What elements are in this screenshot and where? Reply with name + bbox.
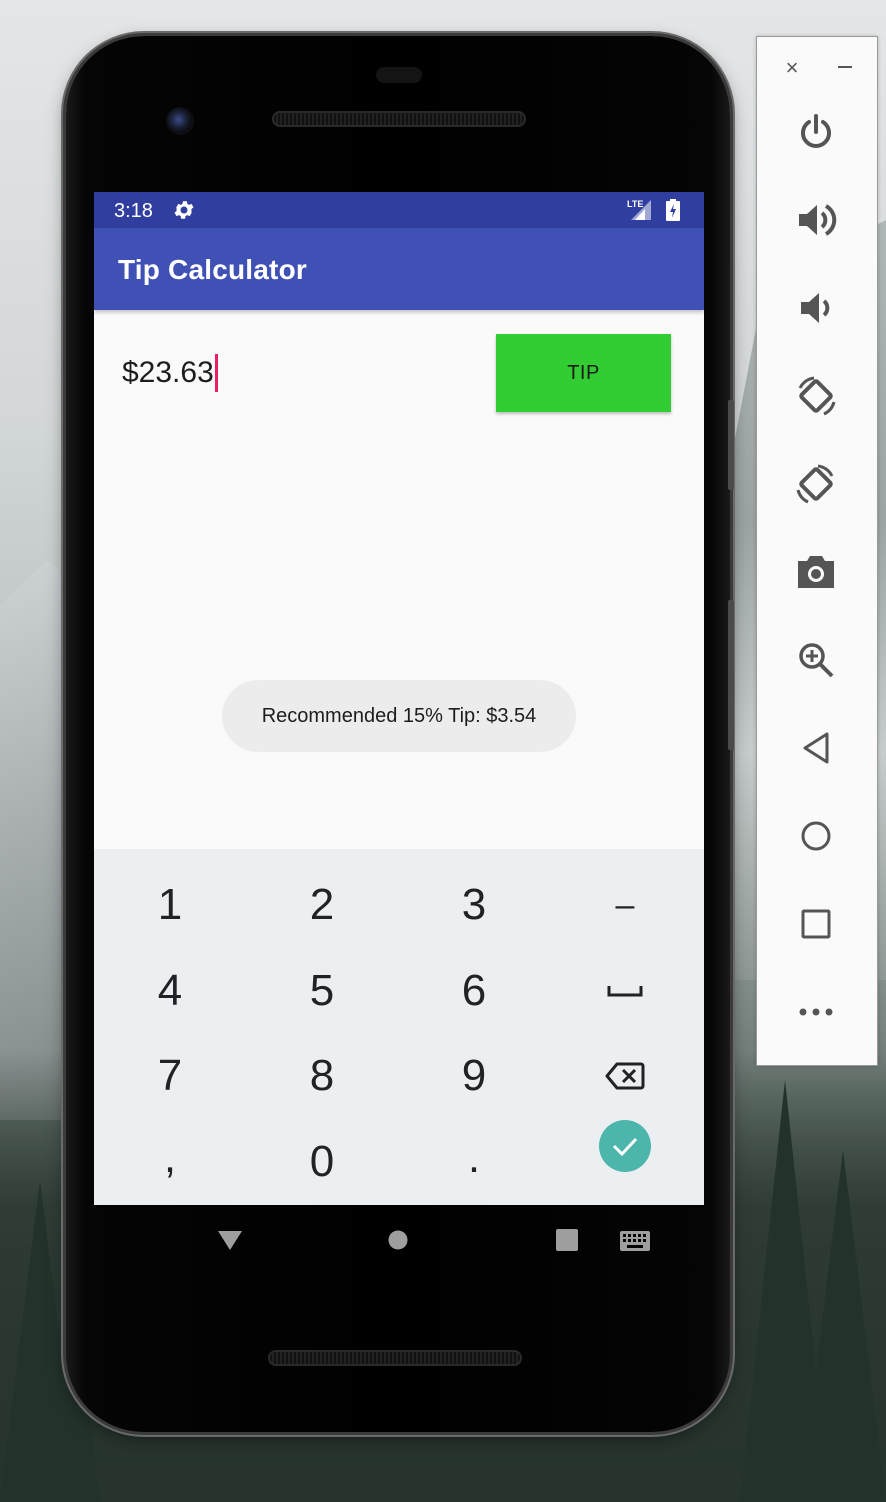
key-period[interactable]: . xyxy=(398,1115,550,1201)
phone-sensor xyxy=(376,67,422,83)
space-icon xyxy=(607,986,643,997)
minimize-icon[interactable] xyxy=(833,55,855,77)
key-5[interactable]: 5 xyxy=(246,948,398,1034)
zoom-icon[interactable] xyxy=(793,637,839,683)
toast-message: Recommended 15% Tip: $3.54 xyxy=(222,680,576,752)
front-camera xyxy=(166,107,194,135)
app-title: Tip Calculator xyxy=(118,254,307,285)
device-screen: 3:18 LTE Tip Calculator $23.63 TIP Recom… xyxy=(94,192,704,1205)
more-icon[interactable] xyxy=(793,989,839,1035)
earpiece-speaker xyxy=(272,111,526,127)
camera-icon[interactable] xyxy=(793,549,839,595)
gear-icon xyxy=(172,198,196,222)
key-8[interactable]: 8 xyxy=(246,1033,398,1119)
recents-icon[interactable] xyxy=(555,1229,579,1256)
tip-button[interactable]: TIP xyxy=(496,334,671,412)
back-icon[interactable] xyxy=(793,725,839,771)
key-minus[interactable]: – xyxy=(549,862,701,948)
battery-charging-icon xyxy=(666,199,680,221)
home-icon[interactable] xyxy=(793,813,839,859)
lte-label: LTE xyxy=(627,199,643,209)
bill-amount-input[interactable]: $23.63 xyxy=(122,350,218,396)
app-bar: Tip Calculator xyxy=(94,228,704,310)
phone-side-button xyxy=(728,600,734,750)
rotate-left-icon[interactable] xyxy=(793,373,839,419)
backspace-icon xyxy=(605,1062,645,1090)
key-comma[interactable]: , xyxy=(94,1115,246,1201)
status-time: 3:18 xyxy=(114,200,153,222)
rotate-right-icon[interactable] xyxy=(793,461,839,507)
status-bar: 3:18 LTE xyxy=(94,192,704,228)
key-3[interactable]: 3 xyxy=(398,862,550,948)
navigation-bar xyxy=(94,1205,704,1275)
home-icon[interactable] xyxy=(388,1230,408,1255)
key-7[interactable]: 7 xyxy=(94,1033,246,1119)
overview-icon[interactable] xyxy=(793,901,839,947)
phone-side-button xyxy=(728,400,734,490)
volume-up-icon[interactable] xyxy=(793,197,839,243)
key-2[interactable]: 2 xyxy=(246,862,398,948)
power-icon[interactable] xyxy=(793,109,839,155)
numeric-keyboard: 1 2 3 – 4 5 6 7 8 9 , 0 . xyxy=(94,849,704,1205)
key-9[interactable]: 9 xyxy=(398,1033,550,1119)
emulator-toolbar: × xyxy=(756,36,878,1066)
key-0[interactable]: 0 xyxy=(246,1119,398,1205)
text-cursor xyxy=(214,354,218,392)
back-icon[interactable] xyxy=(216,1229,244,1256)
volume-down-icon[interactable] xyxy=(793,285,839,331)
key-1[interactable]: 1 xyxy=(94,862,246,948)
key-done[interactable] xyxy=(549,1103,701,1189)
done-check-icon xyxy=(599,1120,651,1172)
bottom-speaker xyxy=(268,1350,522,1366)
keyboard-icon[interactable] xyxy=(620,1231,650,1256)
key-space[interactable] xyxy=(549,948,701,1034)
key-6[interactable]: 6 xyxy=(398,948,550,1034)
key-4[interactable]: 4 xyxy=(94,948,246,1034)
close-icon[interactable]: × xyxy=(781,57,803,79)
bill-amount-value: $23.63 xyxy=(122,356,214,389)
lte-signal-icon: LTE xyxy=(625,198,655,222)
